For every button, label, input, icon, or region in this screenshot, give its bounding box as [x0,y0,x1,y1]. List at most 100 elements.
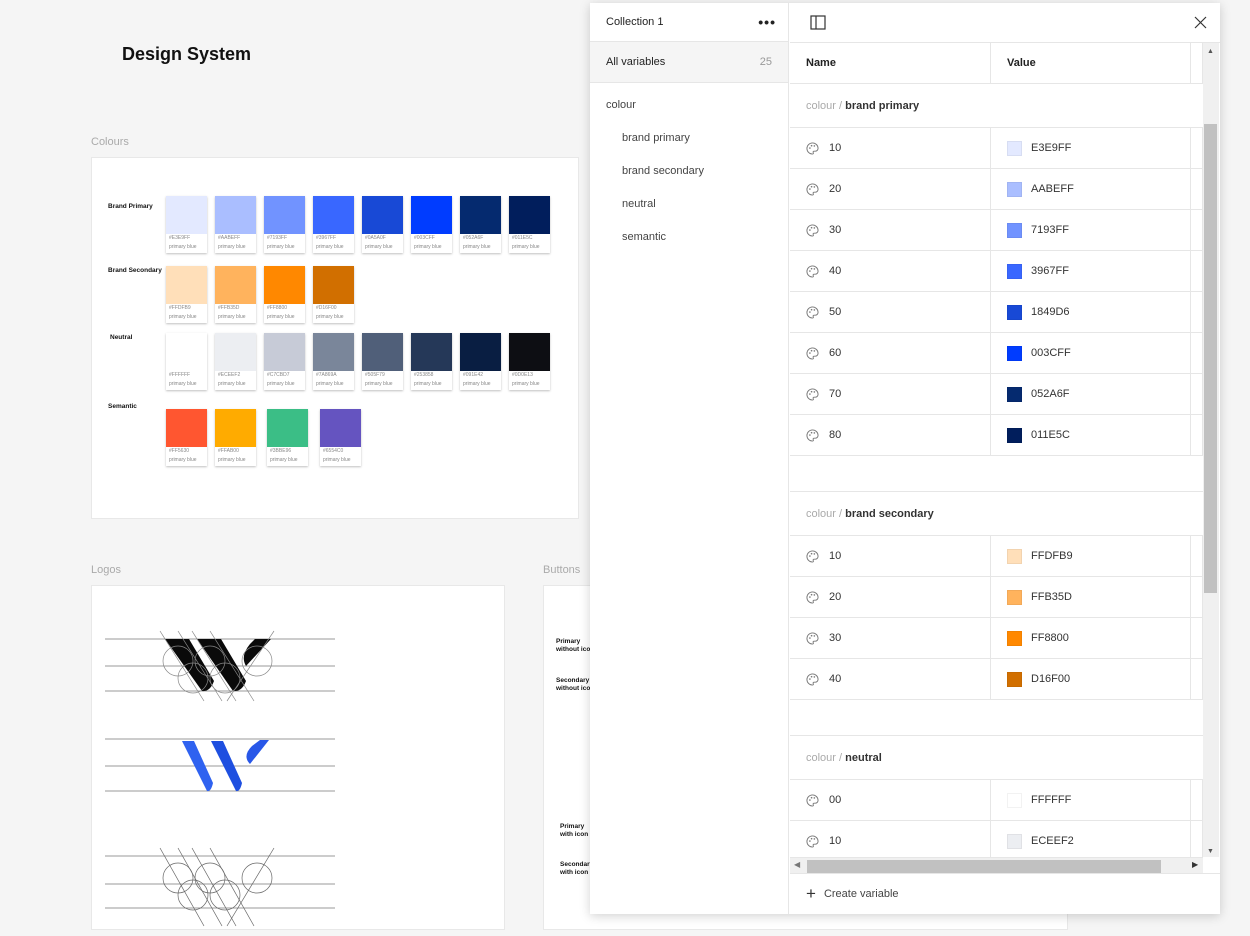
variable-row[interactable]: 20 AABEFF [790,169,1203,210]
variable-row[interactable]: 20 FFB35D [790,577,1203,618]
colour-swatch[interactable]: #D16F00 primary blue [313,266,354,323]
variable-value[interactable]: 7193FF [1031,224,1069,236]
variable-name[interactable]: 70 [829,388,841,400]
group-item-brand-secondary[interactable]: brand secondary [590,154,788,187]
colour-swatch[interactable]: #052A6F primary blue [460,196,501,253]
variable-row[interactable]: 10 ECEEF2 [790,821,1203,857]
variable-row[interactable]: 40 3967FF [790,251,1203,292]
colour-swatch[interactable]: #FFFFFF primary blue [166,333,207,390]
variable-name[interactable]: 10 [829,142,841,154]
variable-value[interactable]: 003CFF [1031,347,1071,359]
variable-name[interactable]: 40 [829,265,841,277]
variable-value[interactable]: AABEFF [1031,183,1074,195]
colour-chip[interactable] [1007,304,1022,320]
variable-row[interactable]: 30 FF8800 [790,618,1203,659]
horizontal-scrollbar[interactable]: ◀ ▶ [790,857,1203,873]
colour-chip[interactable] [1007,345,1022,361]
close-icon[interactable] [1194,16,1207,29]
variable-value[interactable]: 3967FF [1031,265,1069,277]
colour-swatch[interactable]: #FFAB00 primary blue [215,409,256,466]
variable-value[interactable]: ECEEF2 [1031,835,1074,847]
variable-row[interactable]: 40 D16F00 [790,659,1203,700]
all-variables-item[interactable]: All variables 25 [590,42,788,83]
colour-chip[interactable] [1007,386,1022,402]
variable-name[interactable]: 50 [829,306,841,318]
scroll-left-icon[interactable]: ◀ [794,860,800,869]
variable-name[interactable]: 30 [829,224,841,236]
scroll-up-icon[interactable]: ▲ [1207,48,1214,55]
vertical-scrollbar[interactable]: ▲ ▼ [1203,43,1219,857]
variable-name[interactable]: 30 [829,632,841,644]
group-item-brand-primary[interactable]: brand primary [590,121,788,154]
colour-swatch[interactable]: #C7CBD7 primary blue [264,333,305,390]
colour-chip[interactable] [1007,427,1022,443]
scroll-down-icon[interactable]: ▼ [1207,848,1214,855]
colour-swatch[interactable]: #FF8800 primary blue [264,266,305,323]
colour-swatch[interactable]: #AABEFF primary blue [215,196,256,253]
colour-swatch[interactable]: #FFDFB9 primary blue [166,266,207,323]
colour-swatch[interactable]: #505F79 primary blue [362,333,403,390]
colour-swatch[interactable]: #ECEEF2 primary blue [215,333,256,390]
colour-chip[interactable] [1007,792,1022,808]
variable-name[interactable]: 00 [829,794,841,806]
colour-chip[interactable] [1007,140,1022,156]
colour-swatch[interactable]: #3BBE96 primary blue [267,409,308,466]
group-item-semantic[interactable]: semantic [590,220,788,253]
variable-value[interactable]: FFDFB9 [1031,550,1073,562]
variable-value[interactable]: 052A6F [1031,388,1070,400]
variable-name[interactable]: 20 [829,183,841,195]
variable-row[interactable]: 30 7193FF [790,210,1203,251]
variable-value[interactable]: FFFFFF [1031,794,1071,806]
variable-row[interactable]: 80 011E5C [790,415,1203,456]
colour-swatch[interactable]: #3967FF primary blue [313,196,354,253]
variable-row[interactable]: 60 003CFF [790,333,1203,374]
colour-swatch[interactable]: #0A5A0F primary blue [362,196,403,253]
variable-value[interactable]: FF8800 [1031,632,1069,644]
variable-row[interactable]: 70 052A6F [790,374,1203,415]
colour-chip[interactable] [1007,833,1022,849]
colour-swatch[interactable]: #7A869A primary blue [313,333,354,390]
colour-swatch[interactable]: #253858 primary blue [411,333,452,390]
variable-name[interactable]: 80 [829,429,841,441]
variable-name[interactable]: 20 [829,591,841,603]
colour-chip[interactable] [1007,263,1022,279]
variable-row[interactable]: 00 FFFFFF [790,780,1203,821]
variable-name[interactable]: 10 [829,550,841,562]
colour-swatch[interactable]: #011E5C primary blue [509,196,550,253]
colour-chip[interactable] [1007,222,1022,238]
colour-swatch[interactable]: #6554C0 primary blue [320,409,361,466]
colour-chip[interactable] [1007,589,1022,605]
column-header-name[interactable]: Name [790,43,991,83]
variable-value[interactable]: FFB35D [1031,591,1072,603]
variable-row[interactable]: 50 1849D6 [790,292,1203,333]
colour-swatch[interactable]: #091E42 primary blue [460,333,501,390]
horizontal-scroll-thumb[interactable] [807,860,1161,873]
vertical-scroll-thumb[interactable] [1204,124,1217,593]
colour-swatch[interactable]: #E3E9FF primary blue [166,196,207,253]
colour-chip[interactable] [1007,548,1022,564]
scroll-right-icon[interactable]: ▶ [1192,860,1198,869]
collection-name[interactable]: Collection 1 [606,16,663,28]
colour-chip[interactable] [1007,630,1022,646]
variable-value[interactable]: 011E5C [1031,429,1070,441]
variable-value[interactable]: D16F00 [1031,673,1070,685]
sidebar-toggle-icon[interactable] [810,15,826,30]
column-header-value[interactable]: Value [991,43,1191,83]
variable-name[interactable]: 60 [829,347,841,359]
group-item-colour[interactable]: colour [590,88,788,121]
variable-row[interactable]: 10 E3E9FF [790,128,1203,169]
more-options-icon[interactable]: ••• [758,14,776,30]
logos-frame[interactable] [91,585,505,930]
group-item-neutral[interactable]: neutral [590,187,788,220]
colour-chip[interactable] [1007,181,1022,197]
colour-swatch[interactable]: #0D0E13 primary blue [509,333,550,390]
variable-row[interactable]: 10 FFDFB9 [790,536,1203,577]
colour-swatch[interactable]: #003CFF primary blue [411,196,452,253]
colour-chip[interactable] [1007,671,1022,687]
variable-name[interactable]: 10 [829,835,841,847]
colour-swatch[interactable]: #FF5630 primary blue [166,409,207,466]
variable-name[interactable]: 40 [829,673,841,685]
colour-swatch[interactable]: #7193FF primary blue [264,196,305,253]
colours-frame[interactable]: Brand Primary #E3E9FF primary blue #AABEFF p… [91,157,579,519]
variable-value[interactable]: E3E9FF [1031,142,1071,154]
